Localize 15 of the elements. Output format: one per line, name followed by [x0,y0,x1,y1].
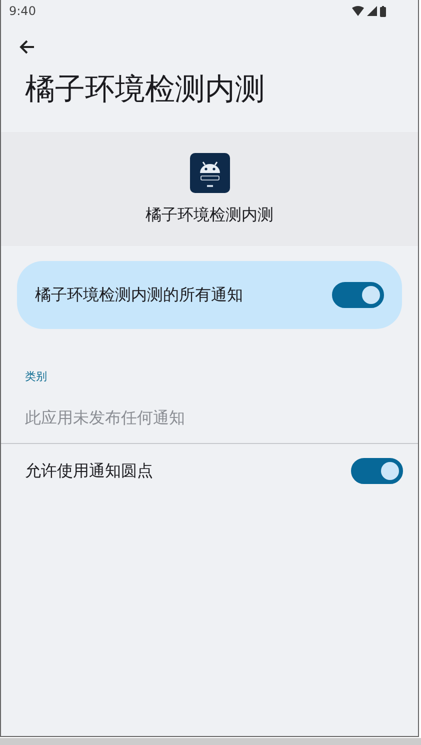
wifi-icon [352,6,364,16]
app-name: 橘子环境检测内测 [146,204,274,226]
setting-label: 允许使用通知圆点 [25,460,153,482]
empty-message: 此应用未发布任何通知 [25,408,186,429]
master-toggle-row[interactable]: 橘子环境检测内测的所有通知 [17,261,402,329]
toggle-label: 橘子环境检测内测的所有通知 [35,284,243,306]
status-time: 9:40 [9,4,36,18]
signal-icon [367,6,377,16]
battery-icon [380,6,386,16]
back-arrow-icon [18,38,36,56]
toggle-switch[interactable] [351,458,403,484]
page-title: 橘子环境检测内测 [24,72,266,109]
section-heading: 类别 [25,369,48,384]
toggle-switch[interactable] [332,282,384,308]
app-icon [190,152,230,192]
